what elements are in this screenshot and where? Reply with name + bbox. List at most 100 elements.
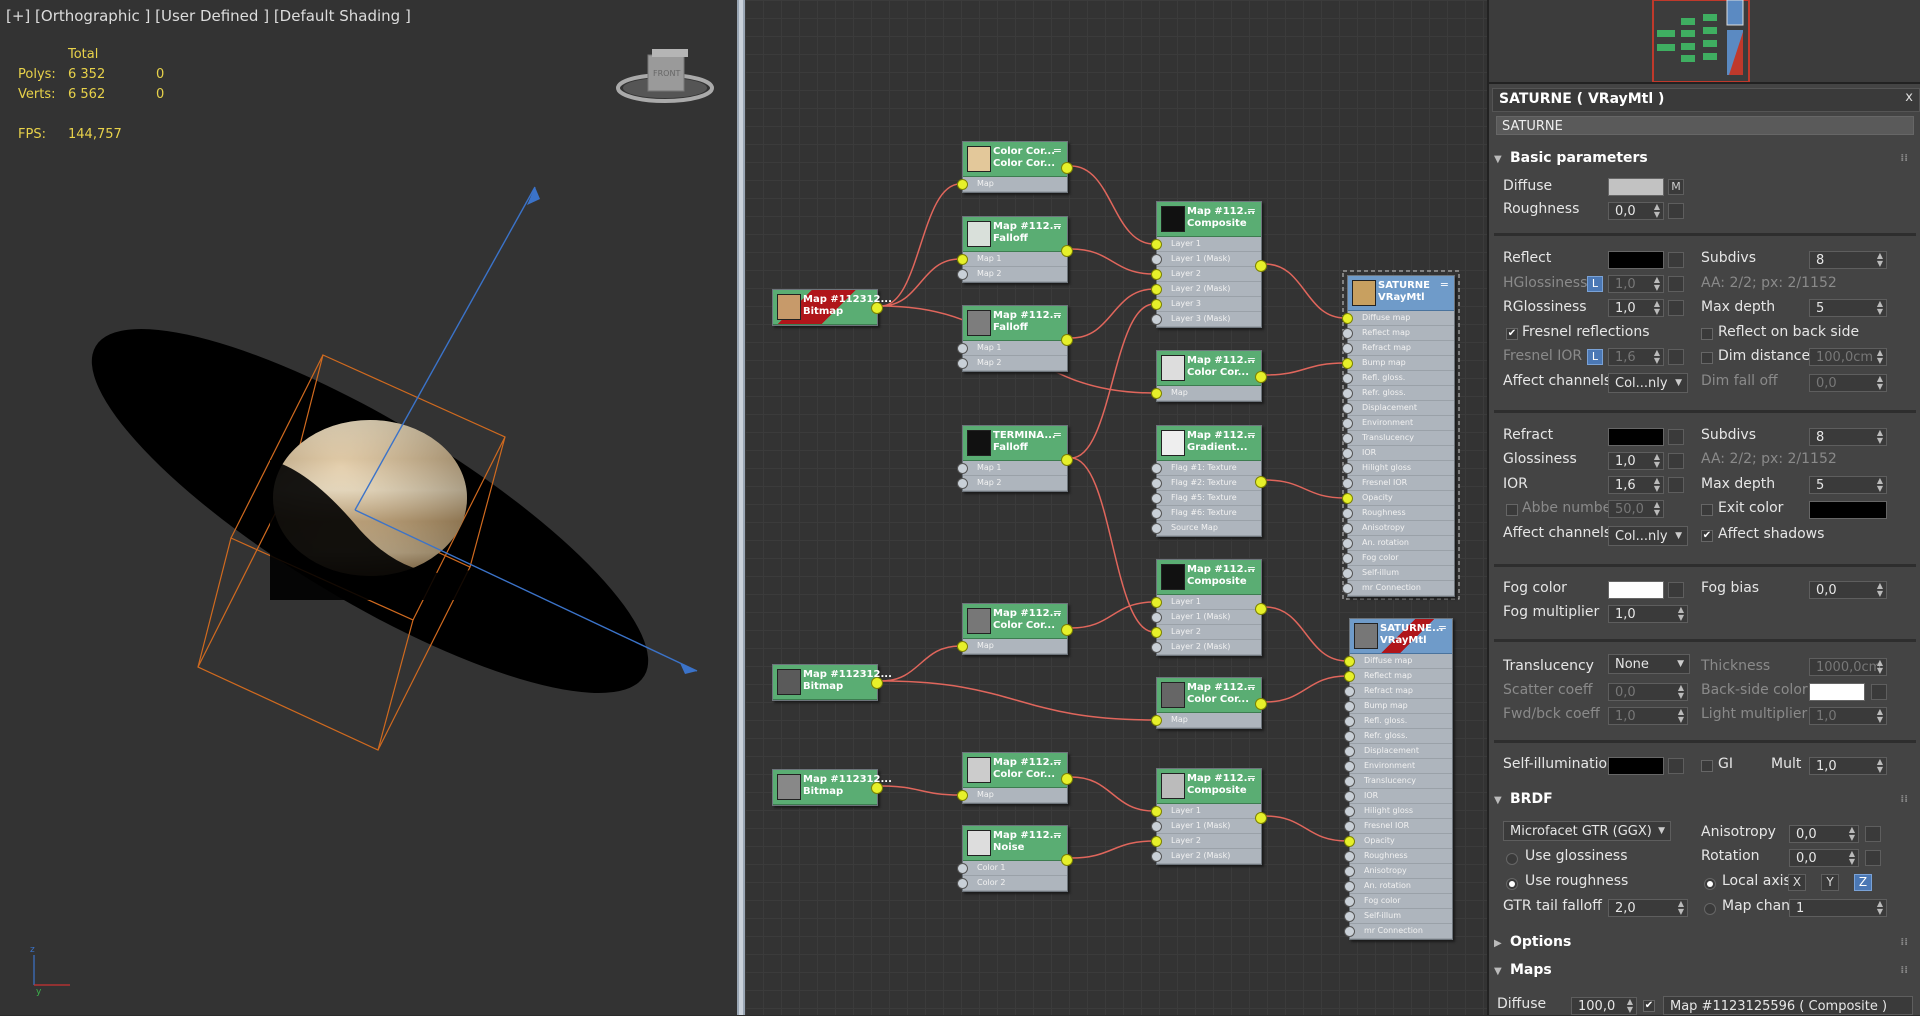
fresnel-ior-map-button[interactable] [1668, 349, 1684, 365]
refract-subdivs-spinner[interactable]: 8 ▲ ▼ [1809, 428, 1887, 446]
node-header[interactable]: Color Cor... Color Cor... = [963, 142, 1067, 177]
node-slot[interactable]: IOR [1344, 789, 1452, 804]
use-roughness-radio[interactable] [1506, 878, 1518, 890]
node-slot[interactable]: Color 1 [957, 861, 1067, 876]
input-socket-icon[interactable] [957, 254, 968, 265]
fresnel-reflections-checkbox[interactable]: ✔ [1506, 328, 1518, 340]
exit-color-swatch[interactable] [1809, 501, 1887, 519]
input-socket-icon[interactable] [1344, 746, 1355, 757]
node-n14[interactable]: Map #112... Composite = Layer 1 Layer 1 (Mas… [1151, 559, 1267, 656]
node-slot[interactable]: Reflect map [1342, 326, 1454, 341]
input-socket-icon[interactable] [1342, 313, 1353, 324]
input-socket-icon[interactable] [1342, 493, 1353, 504]
node-slot[interactable]: Diffuse map [1342, 311, 1454, 326]
dim-fall-off-spinner[interactable]: 0,0 ▲ ▼ [1809, 374, 1887, 392]
exit-color-checkbox[interactable] [1701, 504, 1713, 516]
node-header[interactable]: Map #112... Color Cor... = [963, 753, 1067, 788]
brdf-type-dropdown[interactable]: Microfacet GTR (GGX) ▼ [1503, 821, 1671, 841]
node-menu-icon[interactable]: = [1053, 219, 1062, 232]
input-socket-icon[interactable] [1344, 761, 1355, 772]
node-header[interactable]: Map #112312... Bitmap [773, 290, 892, 325]
node-slot[interactable]: Translucency [1344, 774, 1452, 789]
node-slot[interactable]: Map 1 [957, 252, 1067, 267]
node-slot[interactable]: Refl. gloss. [1342, 371, 1454, 386]
input-socket-icon[interactable] [957, 358, 968, 369]
hglossiness-spinner[interactable]: 1,0 ▲ ▼ [1608, 275, 1664, 293]
node-slot[interactable]: Diffuse map [1344, 654, 1452, 669]
node-slot[interactable]: Flag #6: Texture [1151, 506, 1261, 521]
maps-diffuse-enable-checkbox[interactable]: ✔ [1643, 1000, 1655, 1012]
input-socket-icon[interactable] [1344, 686, 1355, 697]
node-slot[interactable]: Fog color [1342, 551, 1454, 566]
input-socket-icon[interactable] [1342, 553, 1353, 564]
output-socket-icon[interactable] [1255, 698, 1267, 710]
node-menu-icon[interactable]: = [1053, 828, 1062, 841]
node-wire[interactable] [880, 645, 961, 682]
node-wire[interactable] [880, 183, 961, 307]
rotation-spinner[interactable]: 0,0 ▲ ▼ [1789, 849, 1859, 867]
node-header[interactable]: Map #112... Falloff = [963, 217, 1067, 252]
node-slot[interactable]: Opacity [1342, 491, 1454, 506]
diffuse-color-swatch[interactable] [1608, 178, 1664, 196]
thickness-spinner[interactable]: 1000,0cm ▲ ▼ [1809, 658, 1887, 676]
node-menu-icon[interactable]: = [1053, 308, 1062, 321]
node-header[interactable]: Map #112... Color Cor... = [1157, 351, 1261, 386]
node-n6[interactable]: Map #112... Falloff = Map 1 Map 2 [957, 305, 1073, 372]
navigator-preview[interactable] [1489, 0, 1920, 84]
dim-distance-spinner[interactable]: 100,0cm ▲ ▼ [1809, 348, 1887, 366]
node-n8[interactable]: Map #112... Color Cor... = Map [957, 603, 1073, 655]
reflect-back-side-checkbox[interactable] [1701, 328, 1713, 340]
anisotropy-spinner[interactable]: 0,0 ▲ ▼ [1789, 825, 1859, 843]
use-glossiness-radio[interactable] [1506, 853, 1518, 865]
node-slot[interactable]: Reflect map [1344, 669, 1452, 684]
output-socket-icon[interactable] [871, 302, 883, 314]
node-menu-icon[interactable]: = [1053, 606, 1062, 619]
input-socket-icon[interactable] [1342, 463, 1353, 474]
node-slot[interactable]: Layer 1 (Mask) [1151, 610, 1261, 625]
node-header[interactable]: SATURNE... VRayMtl = [1350, 619, 1452, 654]
input-socket-icon[interactable] [1151, 612, 1162, 623]
node-slot[interactable]: Fresnel IOR [1344, 819, 1452, 834]
hglossiness-lock-button[interactable]: L [1587, 276, 1603, 292]
node-wire[interactable] [1070, 776, 1155, 812]
node-n5[interactable]: Map #112... Falloff = Map 1 Map 2 [957, 216, 1073, 283]
node-slot[interactable]: Layer 1 [1151, 237, 1261, 252]
node-wire[interactable] [1264, 606, 1348, 662]
input-socket-icon[interactable] [1151, 836, 1162, 847]
node-wire[interactable] [1070, 165, 1155, 245]
slate-node-view[interactable]: Map #112312... Bitmap Map #112312... Bitmap… [745, 0, 1487, 1015]
node-n9[interactable]: Map #112... Color Cor... = Map [957, 752, 1073, 804]
node-slot[interactable]: Map [1151, 386, 1261, 401]
node-slot[interactable]: Map 1 [957, 461, 1067, 476]
input-socket-icon[interactable] [1342, 433, 1353, 444]
fog-color-map-button[interactable] [1668, 582, 1684, 598]
input-socket-icon[interactable] [1344, 731, 1355, 742]
node-slot[interactable]: Bump map [1344, 699, 1452, 714]
input-socket-icon[interactable] [957, 878, 968, 889]
refract-max-depth-spinner[interactable]: 5 ▲ ▼ [1809, 476, 1887, 494]
roughness-spinner[interactable]: 0,0 ▲ ▼ [1608, 202, 1664, 220]
output-socket-icon[interactable] [1255, 371, 1267, 383]
input-socket-icon[interactable] [1344, 911, 1355, 922]
input-socket-icon[interactable] [1151, 715, 1162, 726]
node-header[interactable]: Map #112... Falloff = [963, 306, 1067, 341]
material-title-bar[interactable]: SATURNE ( VRayMtl ) x [1492, 88, 1920, 112]
glossiness-map-button[interactable] [1668, 453, 1684, 469]
input-socket-icon[interactable] [1344, 656, 1355, 667]
node-menu-icon[interactable]: = [1247, 680, 1256, 693]
maps-diffuse-amount-spinner[interactable]: 100,0 ▲ ▼ [1571, 997, 1637, 1015]
node-wire[interactable] [1264, 479, 1346, 499]
input-socket-icon[interactable] [1344, 776, 1355, 787]
node-slot[interactable]: Layer 3 (Mask) [1151, 312, 1261, 327]
input-socket-icon[interactable] [1344, 851, 1355, 862]
fresnel-ior-spinner[interactable]: 1,6 ▲ ▼ [1608, 348, 1664, 366]
node-slot[interactable]: Map 2 [957, 476, 1067, 491]
fog-color-swatch[interactable] [1608, 581, 1664, 599]
node-wire[interactable] [1264, 263, 1346, 319]
glossiness-spinner[interactable]: 1,0 ▲ ▼ [1608, 452, 1664, 470]
reflect-color-swatch[interactable] [1608, 251, 1664, 269]
input-socket-icon[interactable] [1344, 881, 1355, 892]
node-wire[interactable] [1264, 815, 1348, 842]
input-socket-icon[interactable] [1151, 314, 1162, 325]
node-slot[interactable]: Map 1 [957, 341, 1067, 356]
